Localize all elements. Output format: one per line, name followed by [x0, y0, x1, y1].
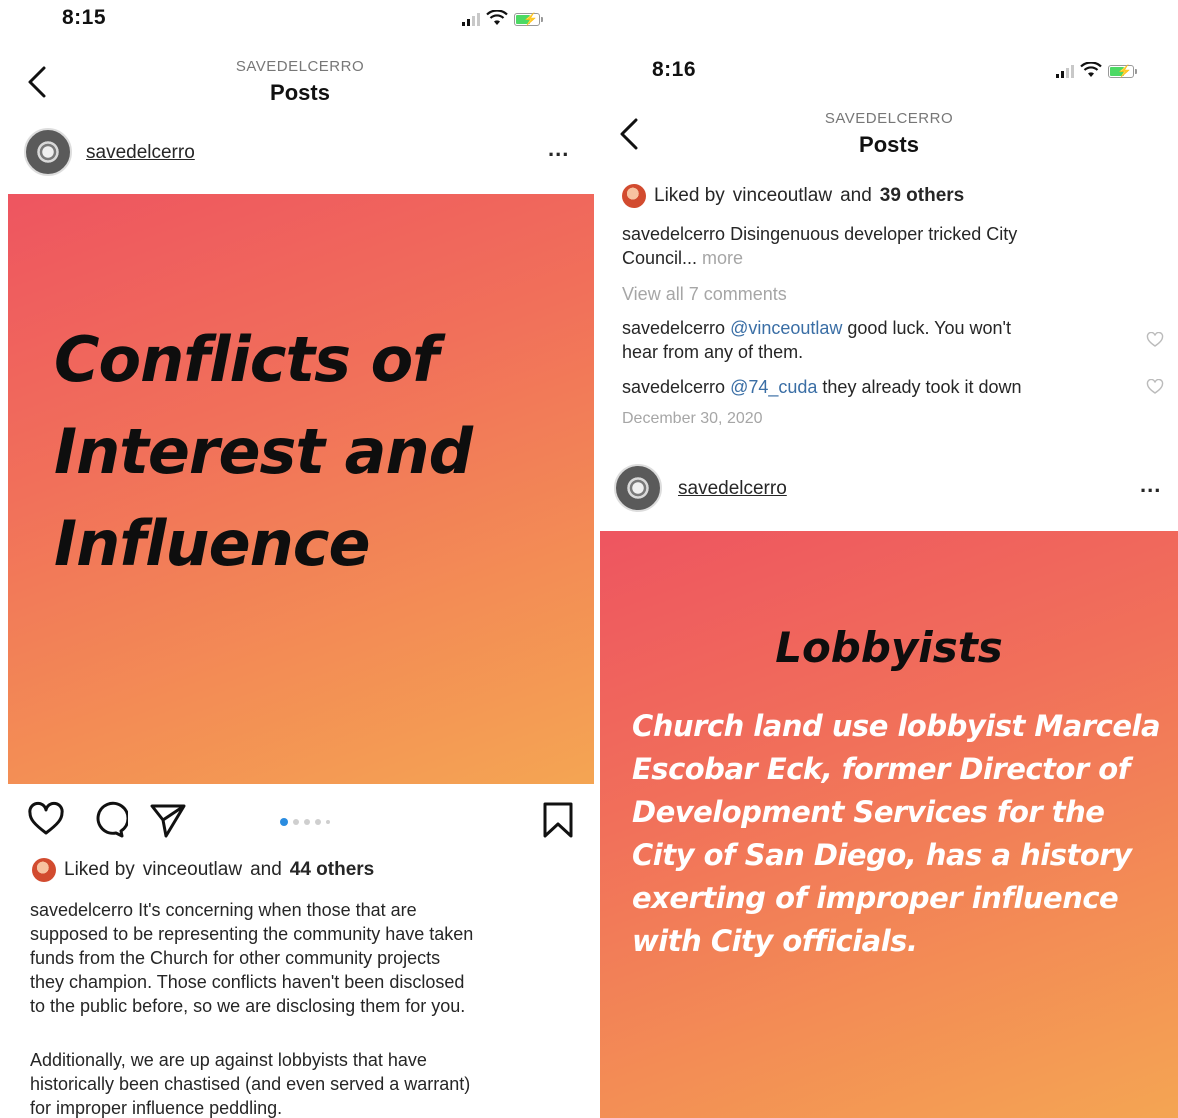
status-time: 8:15 — [62, 6, 107, 29]
post-image-line: Escobar Eck, former Director of — [632, 752, 1130, 786]
more-options-icon[interactable]: ... — [548, 136, 569, 162]
liker-avatar — [32, 858, 56, 882]
nav-account-name: SAVEDELCERRO — [235, 58, 365, 75]
post-header: savedelcerro ... — [0, 122, 596, 184]
status-icons: ⚡ — [462, 10, 543, 26]
likes-line: Liked by vinceoutlaw and 39 others — [622, 184, 964, 208]
status-bar: 8:16 ⚡ — [600, 52, 1178, 92]
carousel-dot — [315, 819, 321, 825]
nav-bar: SAVEDELCERRO Posts — [0, 52, 596, 112]
post-image-line: with City officials. — [632, 924, 918, 958]
comment-text: good luck. You won't — [842, 318, 1011, 338]
post-username[interactable]: savedelcerro — [678, 478, 787, 500]
carousel-dot — [280, 818, 288, 826]
post-username[interactable]: savedelcerro — [86, 142, 195, 164]
comment: savedelcerro @vinceoutlaw good luck. You… — [622, 316, 1122, 364]
view-all-comments-link[interactable]: View all 7 comments — [622, 282, 787, 306]
caption-more-link[interactable]: more — [697, 248, 743, 268]
caption-line: supposed to be representing the communit… — [30, 924, 474, 944]
liker-avatar — [622, 184, 646, 208]
post-image-line: Development Services for the — [632, 795, 1105, 829]
post-image-line: Church land use lobbyist Marcela — [632, 709, 1161, 743]
comment-username[interactable]: savedelcerro — [622, 377, 725, 397]
liker-name[interactable]: vinceoutlaw — [733, 185, 832, 207]
comment-icon[interactable] — [88, 800, 128, 840]
post-image-title-line: Influence — [54, 507, 371, 580]
carousel-dots — [280, 818, 330, 826]
liker-name[interactable]: vinceoutlaw — [143, 859, 242, 881]
more-options-icon[interactable]: ... — [1140, 472, 1161, 498]
wifi-icon — [486, 10, 508, 25]
wifi-icon — [1080, 62, 1102, 77]
post-caption: savedelcerro Disingenuous developer tric… — [622, 222, 1122, 270]
post-image-title-line: Conflicts of — [54, 323, 439, 396]
likes-prefix: Liked by — [654, 185, 725, 206]
page-title: Posts — [859, 132, 919, 157]
caption-line: It's concerning when those that are — [133, 900, 417, 920]
likes-line: Liked by vinceoutlaw and 44 others — [32, 858, 374, 882]
comment-like-heart-icon[interactable] — [1146, 379, 1164, 395]
left-screenshot: 8:15 ⚡ SAVEDELCERRO Posts savedelcerro .… — [0, 0, 596, 1118]
status-time: 8:16 — [652, 58, 697, 81]
right-screenshot: 8:16 ⚡ SAVEDELCERRO Posts Liked by vince… — [600, 0, 1178, 1118]
post-image[interactable]: Lobbyists Church land use lobbyist Marce… — [600, 531, 1178, 1118]
like-heart-icon[interactable] — [26, 800, 66, 840]
post-caption: savedelcerro It's concerning when those … — [30, 898, 586, 1118]
caption-line: funds from the Church for other communit… — [30, 948, 441, 968]
post-image-line: exerting of improper influence — [632, 881, 1119, 915]
post-image-line: City of San Diego, has a history — [632, 838, 1132, 872]
comment-mention[interactable]: @vinceoutlaw — [730, 318, 842, 338]
post-image-title-line: Interest and — [54, 415, 473, 488]
nav-account-name: SAVEDELCERRO — [824, 110, 954, 127]
comment-text: they already took it down — [817, 377, 1022, 397]
post-actions — [0, 800, 596, 850]
likes-prefix: Liked by — [64, 859, 135, 880]
bookmark-icon[interactable] — [538, 800, 578, 840]
caption-line: for improper influence peddling. — [30, 1098, 283, 1118]
comment: savedelcerro @74_cuda they already took … — [622, 375, 1142, 399]
post-image-title: Conflicts of Interest and Influence — [54, 314, 473, 590]
post-image[interactable]: Conflicts of Interest and Influence — [8, 194, 594, 784]
caption-line: Disingenuous developer tricked City — [725, 224, 1018, 244]
likes-count[interactable]: 39 others — [880, 185, 964, 207]
post-image-body: Church land use lobbyist Marcela Escobar… — [632, 705, 1161, 963]
avatar[interactable] — [614, 464, 662, 512]
comment-like-heart-icon[interactable] — [1146, 332, 1164, 348]
avatar[interactable] — [24, 128, 72, 176]
post-date: December 30, 2020 — [622, 410, 763, 427]
post-header: savedelcerro ... — [600, 460, 1178, 522]
comment-text: hear from any of them. — [622, 342, 804, 362]
caption-username[interactable]: savedelcerro — [30, 900, 133, 920]
signal-icon — [1056, 64, 1074, 78]
battery-icon: ⚡ — [1108, 64, 1137, 78]
carousel-dot — [293, 819, 299, 825]
share-icon[interactable] — [148, 800, 188, 840]
post-image-title: Lobbyists — [775, 623, 1003, 672]
page-title: Posts — [270, 80, 330, 105]
likes-count[interactable]: 44 others — [290, 859, 374, 881]
caption-line: historically been chastised (and even se… — [30, 1074, 471, 1094]
battery-icon: ⚡ — [514, 12, 543, 26]
likes-and: and — [250, 859, 282, 880]
caption-line: Council... — [622, 248, 698, 268]
caption-line: Additionally, we are up against lobbyist… — [30, 1050, 427, 1070]
status-bar: 8:15 ⚡ — [0, 0, 596, 40]
likes-and: and — [840, 185, 872, 206]
caption-line: to the public before, so we are disclosi… — [30, 996, 466, 1016]
nav-bar: SAVEDELCERRO Posts — [600, 104, 1178, 164]
comment-mention[interactable]: @74_cuda — [730, 377, 817, 397]
caption-line: they champion. Those conflicts haven't b… — [30, 972, 465, 992]
carousel-dot — [326, 820, 330, 824]
status-icons: ⚡ — [1056, 62, 1137, 78]
caption-username[interactable]: savedelcerro — [622, 224, 725, 244]
carousel-dot — [304, 819, 310, 825]
signal-icon — [462, 12, 480, 26]
comment-username[interactable]: savedelcerro — [622, 318, 725, 338]
